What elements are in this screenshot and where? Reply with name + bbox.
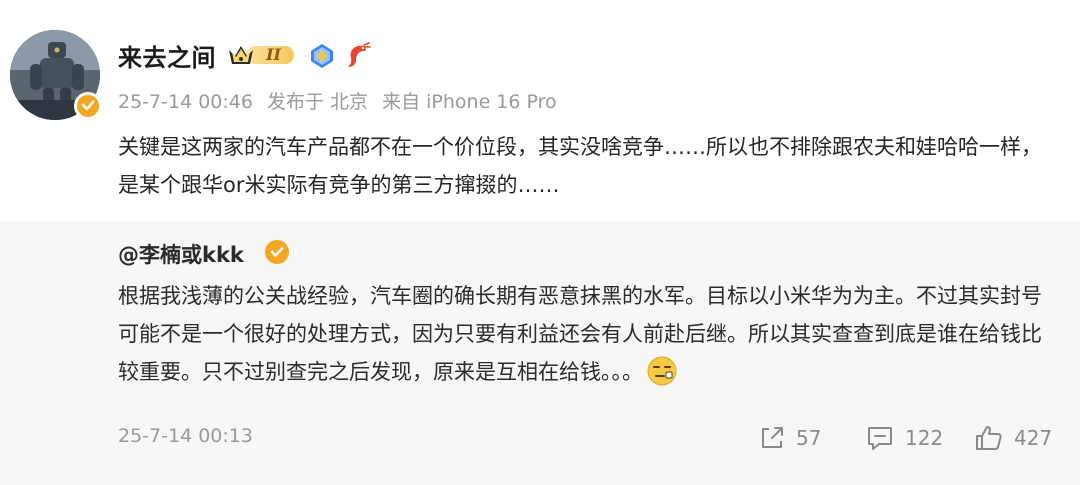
shrimp-icon[interactable]: [345, 42, 371, 70]
post-meta: 25-7-14 00:46 发布于 北京 来自 iPhone 16 Pro: [118, 87, 565, 114]
comment-count: 122: [905, 426, 944, 450]
vip-crown-icon: [229, 46, 253, 64]
thumbs-up-icon: [976, 426, 1002, 450]
post-device: 来自 iPhone 16 Pro: [382, 91, 557, 113]
vip-level-badge[interactable]: II: [226, 42, 296, 68]
weibo-post: 来去之间 II 25-7-14 00:46 发布于 北京 来自 iPhone 1…: [0, 0, 1080, 485]
verified-badge-icon: [74, 92, 102, 120]
post-timestamp: 25-7-14 00:46: [118, 91, 253, 113]
reposted-original[interactable]: @李楠或kkk 根据我浅薄的公关战经验，汽车圈的确长期有恶意抹黑的水军。目标以小…: [0, 221, 1080, 485]
repost-text: 根据我浅薄的公关战经验，汽车圈的确长期有恶意抹黑的水军。目标以小米华为为主。不过…: [118, 284, 1042, 384]
comment-button[interactable]: 122: [865, 421, 943, 455]
smirk-emoji-icon: [647, 356, 677, 386]
avatar[interactable]: [10, 30, 102, 120]
vip-level-text: II: [266, 45, 281, 64]
share-count: 57: [796, 426, 822, 450]
medal-icon[interactable]: [309, 43, 335, 69]
repost-verified-badge-icon: [265, 240, 289, 264]
post-location: 发布于 北京: [267, 91, 369, 113]
comment-icon: [868, 427, 892, 450]
repost-author-name[interactable]: @李楠或kkk: [118, 239, 244, 269]
repost-text-block: 根据我浅薄的公关战经验，汽车圈的确长期有恶意抹黑的水军。目标以小米华为为主。不过…: [118, 277, 1058, 391]
repost-timestamp: 25-7-14 00:13: [118, 425, 253, 447]
share-button[interactable]: 57: [758, 421, 821, 455]
like-count: 427: [1014, 426, 1053, 450]
share-icon: [762, 427, 783, 448]
author-name[interactable]: 来去之间: [118, 38, 216, 73]
post-text: 关键是这两家的汽车产品都不在一个价位段，其实没啥竞争……所以也不排除跟农夫和娃哈…: [118, 135, 1042, 197]
repost-footer: 25-7-14 00:13 57 122 427: [0, 421, 1080, 457]
like-button[interactable]: 427: [974, 421, 1052, 455]
